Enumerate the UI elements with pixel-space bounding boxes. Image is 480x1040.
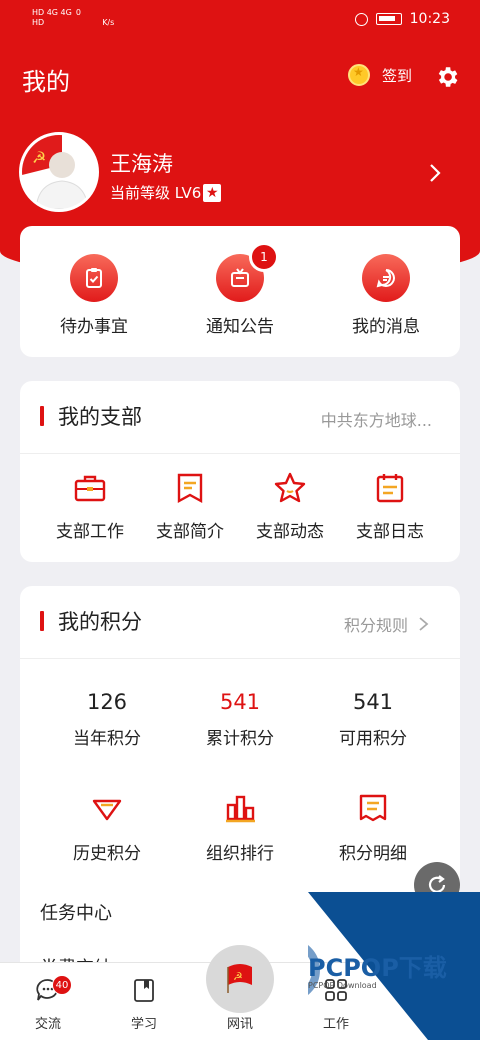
stat-value: 541 (352, 690, 394, 714)
stat-value: 126 (86, 690, 128, 714)
points-detail-link[interactable]: 积分明细 (303, 791, 443, 864)
watermark-brand: PCPOP下载 (308, 954, 447, 982)
stat-label: 累计积分 (206, 729, 274, 749)
announcement-icon: 1 (216, 242, 279, 302)
stat-label: 当年积分 (73, 729, 141, 749)
branch-item-log[interactable]: 支部日志 (340, 471, 440, 542)
level-text: 当前等级 LV6 (110, 184, 202, 202)
quick-action-label: 通知公告 (206, 317, 274, 337)
clipboard-check-icon (70, 254, 118, 302)
chevron-right-icon[interactable] (426, 160, 444, 186)
tab-news[interactable]: ☭ (206, 945, 274, 1013)
bookmark-icon (177, 473, 203, 504)
title-accent (40, 611, 44, 631)
briefcase-icon (74, 475, 106, 502)
tab-label: 网讯 (226, 1017, 253, 1032)
communication-badge: 40 (52, 975, 72, 995)
stat-label: 可用积分 (339, 729, 407, 749)
network-indicators: HD 4G 4G 0 HD K/s (32, 8, 118, 28)
pcpop-watermark-logo: PCPOP下载 PCPOP Download (308, 892, 480, 1040)
quick-actions-card: 待办事宜 1 通知公告 我的消息 (20, 226, 460, 357)
branch-item-label: 支部工作 (56, 522, 124, 542)
points-history-link[interactable]: 历史积分 (37, 791, 177, 864)
branch-title-text: 我的支部 (58, 406, 142, 429)
divider (20, 453, 460, 454)
avatar-image: ☭ (22, 135, 96, 209)
net-speed: 0 (75, 8, 81, 17)
points-title: 我的积分 (40, 606, 142, 636)
diamond-icon (92, 799, 122, 821)
quick-action-notice[interactable]: 1 通知公告 (180, 242, 300, 337)
party-flag-icon: ☭ (227, 964, 252, 993)
receipt-icon (359, 794, 387, 822)
user-name: 王海涛 (110, 153, 173, 176)
chat-icon (362, 254, 410, 302)
calendar-icon (376, 474, 404, 503)
branch-title: 我的支部 (40, 401, 142, 431)
points-link-label: 组织排行 (206, 844, 274, 864)
points-title-text: 我的积分 (58, 611, 142, 634)
tab-study[interactable]: 学习 (104, 977, 184, 1032)
branch-card: 我的支部 中共东方地球... 支部工作 支部简介 支部动态 支部日志 (20, 381, 460, 562)
signin-button[interactable]: 签到 (348, 64, 412, 86)
svg-text:☭: ☭ (32, 148, 46, 167)
net-unit: K/s (102, 18, 115, 27)
watermark-sub: PCPOP Download (308, 981, 377, 990)
chevron-right-icon (419, 617, 429, 631)
quick-action-label: 我的消息 (352, 317, 420, 337)
branch-org-name[interactable]: 中共东方地球... (321, 407, 432, 431)
stat-available-points[interactable]: 541 可用积分 (303, 690, 443, 749)
hd-text: HD (32, 18, 45, 27)
tab-label: 学习 (130, 1017, 157, 1032)
signal-text: HD 4G 4G (32, 8, 72, 17)
stat-total-points[interactable]: 541 累计积分 (170, 690, 310, 749)
signin-label: 签到 (382, 66, 413, 85)
status-bar: HD 4G 4G 0 HD K/s 10:23 (0, 0, 480, 40)
branch-item-label: 支部动态 (256, 522, 324, 542)
quick-action-label: 待办事宜 (60, 317, 128, 337)
battery-icon (375, 13, 402, 25)
branch-item-label: 支部日志 (356, 522, 424, 542)
level-star-icon: ★ (203, 183, 222, 202)
points-link-label: 历史积分 (73, 844, 141, 864)
clock: 10:23 (409, 11, 450, 27)
points-link-label: 积分明细 (339, 844, 407, 864)
points-rules-label: 积分规则 (343, 616, 408, 635)
alarm-icon (354, 12, 368, 26)
branch-item-work[interactable]: 支部工作 (40, 471, 140, 542)
title-accent (40, 406, 44, 426)
coin-icon (348, 64, 370, 86)
svg-text:☭: ☭ (233, 970, 243, 983)
bar-chart-icon (226, 795, 255, 823)
stat-value: 541 (219, 690, 261, 714)
settings-gear-icon[interactable] (434, 64, 460, 90)
branch-item-news[interactable]: 支部动态 (240, 471, 340, 542)
divider (20, 658, 460, 659)
quick-action-messages[interactable]: 我的消息 (326, 254, 446, 337)
quick-action-todo[interactable]: 待办事宜 (34, 254, 154, 337)
avatar[interactable]: ☭ (19, 132, 99, 212)
tab-label: 交流 (34, 1017, 61, 1032)
notice-badge: 1 (249, 242, 279, 272)
stat-year-points[interactable]: 126 当年积分 (37, 690, 177, 749)
book-icon (134, 979, 154, 1002)
user-level: 当前等级 LV6 ★ (110, 182, 222, 203)
tab-communication[interactable]: 交流 (8, 977, 88, 1032)
branch-item-intro[interactable]: 支部简介 (140, 471, 240, 542)
points-rules-link[interactable]: 积分规则 (344, 612, 432, 636)
star-icon (274, 472, 306, 503)
branch-item-label: 支部简介 (156, 522, 224, 542)
org-ranking-link[interactable]: 组织排行 (170, 791, 310, 864)
watermark: PCPOP下载 PCPOP Download (308, 892, 480, 1040)
page-title: 我的 (22, 69, 70, 96)
task-center-link[interactable]: 任务中心 (40, 899, 112, 925)
